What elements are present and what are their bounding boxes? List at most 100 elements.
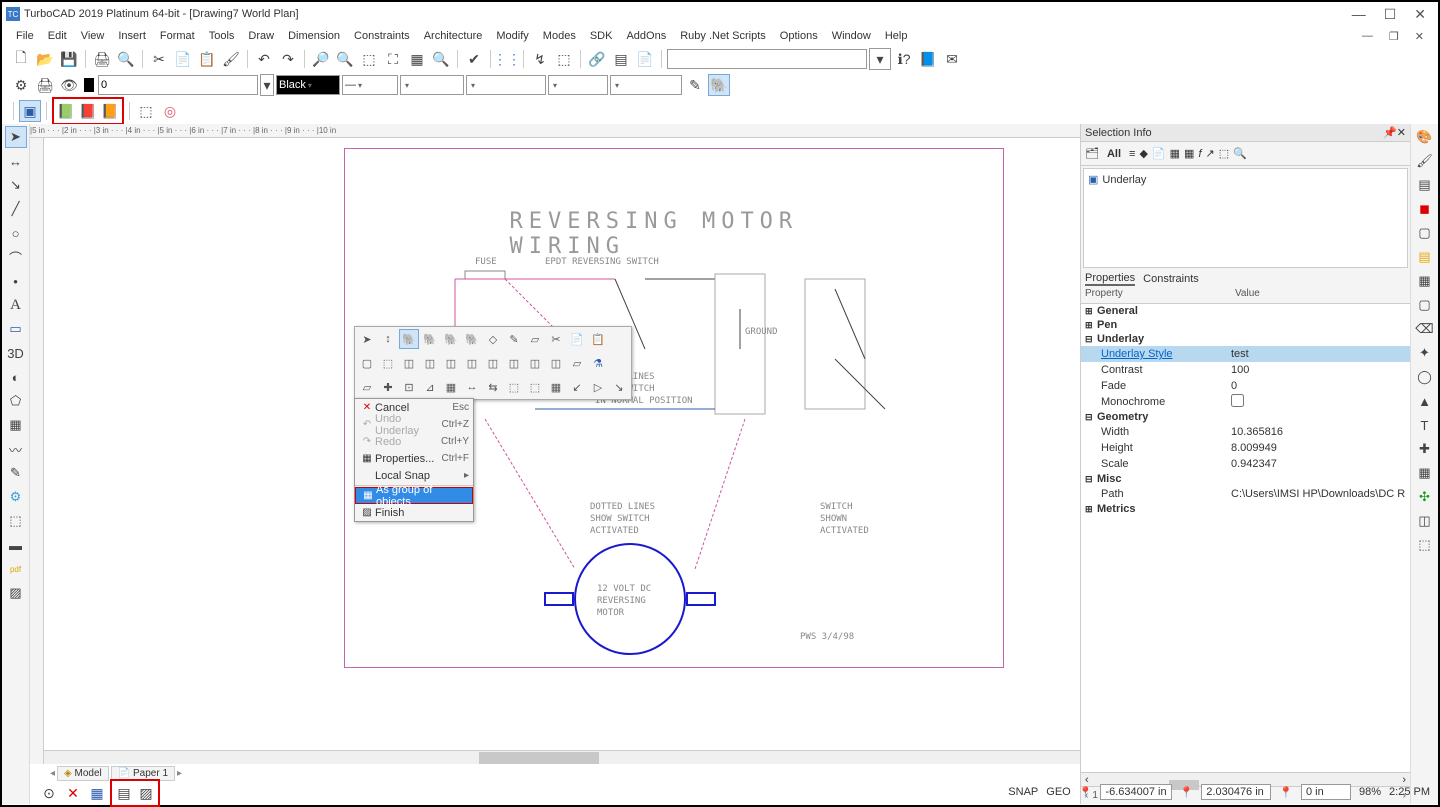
rt-square[interactable]: ◼ — [1414, 198, 1436, 220]
pdf-underlay-icon[interactable]: 📙 — [99, 100, 121, 122]
rt-blank[interactable]: ▢ — [1414, 222, 1436, 244]
menu-insert[interactable]: Insert — [112, 28, 152, 44]
print-area-icon[interactable]: 🖨 — [34, 74, 56, 96]
pen-color-combo[interactable]: Black — [276, 75, 340, 95]
rt-text[interactable]: T — [1414, 414, 1436, 436]
rt-dims[interactable]: ◫ — [1414, 510, 1436, 532]
open-icon[interactable]: 📂 — [34, 48, 56, 70]
drawing-canvas[interactable]: REVERSING MOTOR WIRING FUSE EPDT REVERSI… — [44, 138, 1080, 764]
prop-height[interactable]: Height 8.009949 — [1081, 440, 1410, 456]
status-z[interactable]: 0 in — [1301, 784, 1351, 800]
menu-architecture[interactable]: Architecture — [418, 28, 489, 44]
pdf-tool[interactable]: pdf — [5, 558, 27, 580]
filter-props-icon[interactable]: 🗂 — [1085, 147, 1099, 160]
menu-options[interactable]: Options — [774, 28, 824, 44]
menu-file[interactable]: File — [10, 28, 40, 44]
circle-tool[interactable]: ○ — [5, 222, 27, 244]
save-icon[interactable]: 💾 — [58, 48, 80, 70]
group-pen[interactable]: ⊞Pen — [1081, 318, 1410, 332]
cm-local-snap[interactable]: Local Snap ▸ — [355, 467, 473, 484]
ft-plane[interactable]: ▱ — [525, 329, 545, 349]
group-general[interactable]: ⊞General — [1081, 304, 1410, 318]
style-combo[interactable] — [466, 75, 546, 95]
grid-icon[interactable]: ⋮⋮ — [496, 48, 518, 70]
panel-close-icon[interactable]: ✕ — [1397, 126, 1406, 139]
tab-nav-right[interactable]: ▸ — [177, 768, 182, 779]
layer-combo[interactable] — [98, 75, 258, 95]
ft-paste[interactable]: 📋 — [588, 329, 608, 349]
edge-tool[interactable]: ✎ — [5, 462, 27, 484]
ft-angle[interactable]: ⊿ — [420, 377, 440, 397]
brush-icon[interactable]: 🖌 — [220, 48, 242, 70]
maximize-button[interactable]: ☐ — [1384, 6, 1397, 23]
filter-fn-icon[interactable]: f — [1198, 148, 1201, 160]
spline-tool[interactable]: 〰 — [5, 438, 27, 460]
cut-icon[interactable]: ✂ — [148, 48, 170, 70]
monochrome-checkbox[interactable] — [1231, 394, 1244, 407]
ft-pointer[interactable]: ➤ — [357, 329, 377, 349]
ft-align2[interactable]: ↔ — [462, 377, 482, 397]
ft-cube7[interactable]: ◫ — [525, 353, 545, 373]
h-scrollbar[interactable] — [44, 750, 1080, 764]
book-icon[interactable]: 📘 — [917, 48, 939, 70]
spellcheck-icon[interactable]: ✔ — [463, 48, 485, 70]
ft-move[interactable]: ↕ — [378, 329, 398, 349]
ft-edit[interactable]: ✎ — [504, 329, 524, 349]
rt-grid[interactable]: ▦ — [1414, 270, 1436, 292]
ft-cube5[interactable]: ◫ — [483, 353, 503, 373]
undo-icon[interactable]: ↶ — [253, 48, 275, 70]
mail-icon[interactable]: ✉ — [941, 48, 963, 70]
rt-eraser[interactable]: ⌫ — [1414, 318, 1436, 340]
status-geo[interactable]: GEO — [1046, 786, 1070, 798]
rectangle-tool[interactable]: ▭ — [5, 318, 27, 340]
ft-render3[interactable]: 🐘 — [441, 329, 461, 349]
ft-layer[interactable]: ▱ — [357, 377, 377, 397]
menu-tools[interactable]: Tools — [203, 28, 241, 44]
select-icon[interactable]: ⬚ — [553, 48, 575, 70]
ft-dist3[interactable]: ⬚ — [525, 377, 545, 397]
layer-dropdown[interactable]: ▾ — [260, 74, 274, 96]
lasso-icon[interactable]: ↯ — [529, 48, 551, 70]
target-icon[interactable]: ◎ — [159, 100, 181, 122]
pdf-import-icon[interactable]: 📗 — [55, 100, 77, 122]
cm-properties[interactable]: ▦ Properties... Ctrl+F — [355, 450, 473, 467]
ft-render4[interactable]: 🐘 — [462, 329, 482, 349]
rt-palette[interactable]: 🎨 — [1414, 126, 1436, 148]
filter-grid-icon[interactable]: ▦ — [1170, 147, 1180, 160]
doc-close[interactable]: ✕ — [1409, 28, 1430, 45]
rt-snap[interactable]: ✚ — [1414, 438, 1436, 460]
text-tool[interactable]: A — [5, 294, 27, 316]
group-misc[interactable]: ⊟Misc — [1081, 472, 1410, 486]
prop-scale[interactable]: Scale 0.942347 — [1081, 456, 1410, 472]
ft-center[interactable]: ⊡ — [399, 377, 419, 397]
prop-monochrome[interactable]: Monochrome — [1081, 394, 1410, 410]
layer-icon[interactable]: ▤ — [610, 48, 632, 70]
dimension-tool[interactable]: ↔ — [5, 150, 27, 172]
ft-box2[interactable]: ⬚ — [378, 353, 398, 373]
redo-icon[interactable]: ↷ — [277, 48, 299, 70]
ft-copy[interactable]: 📄 — [567, 329, 587, 349]
ft-render2[interactable]: 🐘 — [420, 329, 440, 349]
print-icon[interactable]: 🖨 — [91, 48, 113, 70]
menu-dimension[interactable]: Dimension — [282, 28, 346, 44]
zoom-extents-icon[interactable]: ⛶ — [382, 48, 404, 70]
ft-cube8[interactable]: ◫ — [546, 353, 566, 373]
ft-cube3[interactable]: ◫ — [441, 353, 461, 373]
pencil-icon[interactable]: ✎ — [684, 74, 706, 96]
plot-tool[interactable]: ▨ — [5, 582, 27, 604]
ft-snap[interactable]: ◇ — [483, 329, 503, 349]
hatch-tool[interactable]: ▦ — [5, 414, 27, 436]
cm-redo[interactable]: ↷ Redo Ctrl+Y — [355, 433, 473, 450]
prop-contrast[interactable]: Contrast 100 — [1081, 362, 1410, 378]
prop-width[interactable]: Width 10.365816 — [1081, 424, 1410, 440]
filter-search-icon[interactable]: 🔍 — [1233, 147, 1247, 160]
rt-shapes[interactable]: ▲ — [1414, 390, 1436, 412]
zoom-fit-icon[interactable]: 🔍 — [430, 48, 452, 70]
point-tool[interactable]: • — [5, 270, 27, 292]
pdf-export-icon[interactable]: 📕 — [77, 100, 99, 122]
ft-plane2[interactable]: ▱ — [567, 353, 587, 373]
linetype-combo[interactable]: — — [342, 75, 398, 95]
filter-all[interactable]: All — [1103, 146, 1125, 162]
combo-6[interactable] — [610, 75, 682, 95]
gear-icon[interactable]: ⚙ — [10, 74, 32, 96]
